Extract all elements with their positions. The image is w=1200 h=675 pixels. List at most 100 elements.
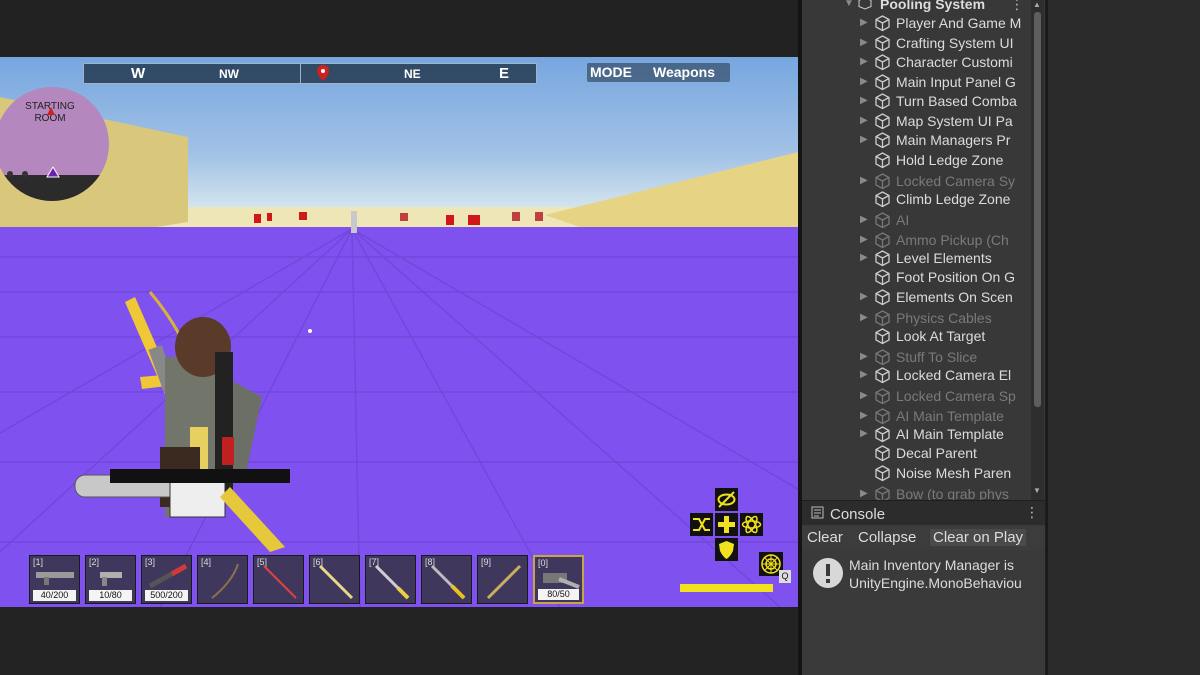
expand-arrow-icon[interactable]: ▶: [860, 369, 868, 380]
hierarchy-item[interactable]: Hold Ledge Zone: [802, 151, 1045, 170]
mode-label: MODE: [590, 64, 632, 80]
heal-plus-icon[interactable]: [715, 513, 738, 536]
game-top-bar: [0, 0, 798, 57]
clear-button[interactable]: Clear: [804, 529, 846, 546]
hierarchy-item[interactable]: ▶ Bow (to grab phys: [802, 485, 1045, 500]
gameobject-cube-icon: [874, 152, 891, 172]
console-menu-icon[interactable]: ⋮: [1025, 504, 1039, 521]
expand-arrow-icon[interactable]: ▶: [860, 351, 868, 362]
hierarchy-item-label: AI: [896, 212, 910, 228]
hierarchy-item[interactable]: ▶ Map System UI Pa: [802, 112, 1045, 131]
minimap-player-icon: [0, 107, 109, 201]
expand-arrow-icon[interactable]: ▶: [860, 410, 868, 421]
hierarchy-item[interactable]: ▼ Pooling System: [802, 0, 1045, 14]
shuffle-icon[interactable]: [690, 513, 713, 536]
expand-arrow-icon[interactable]: ▶: [860, 115, 868, 126]
hierarchy-item[interactable]: Decal Parent: [802, 444, 1045, 463]
hierarchy-item[interactable]: ▶ AI Main Template: [802, 407, 1045, 426]
hierarchy-item[interactable]: ▶ AI Main Template: [802, 425, 1045, 444]
gameobject-cube-icon: [874, 367, 891, 387]
expand-arrow-icon[interactable]: ▶: [860, 252, 868, 263]
hierarchy-item[interactable]: ▶ Ammo Pickup (Ch: [802, 231, 1045, 250]
game-bottom-bar: [0, 607, 798, 675]
hierarchy-item[interactable]: ▶ Crafting System UI: [802, 34, 1045, 53]
hierarchy-item[interactable]: Climb Ledge Zone: [802, 190, 1045, 209]
hide-eye-icon[interactable]: [715, 488, 738, 511]
expand-arrow-icon[interactable]: ▶: [860, 134, 868, 145]
expand-arrow-icon[interactable]: ▶: [860, 488, 868, 499]
console-tab-title[interactable]: Console: [830, 506, 885, 523]
hierarchy-item-label: Locked Camera Sy: [896, 173, 1016, 189]
hierarchy-item[interactable]: ▶ Main Input Panel G: [802, 73, 1045, 92]
expand-arrow-icon[interactable]: ▶: [860, 291, 868, 302]
console-tab-icon: [811, 506, 824, 524]
gameobject-cube-icon: [874, 113, 891, 133]
hotbar-slot-4[interactable]: [4]: [197, 555, 248, 604]
expand-arrow-icon[interactable]: ▶: [860, 76, 868, 87]
hotbar-slot-2[interactable]: [2] 10/80: [85, 555, 136, 604]
expand-arrow-icon[interactable]: ▶: [860, 95, 868, 106]
hotbar-slot-3[interactable]: [3] 500/200: [141, 555, 192, 604]
hierarchy-item[interactable]: ▶ Character Customi: [802, 53, 1045, 72]
gameobject-cube-icon: [874, 465, 891, 485]
inspector-panel: [1046, 0, 1200, 675]
expand-arrow-icon[interactable]: ▶: [860, 37, 868, 48]
hierarchy-item[interactable]: ▶ Player And Game M: [802, 14, 1045, 33]
hotbar-slot-9[interactable]: [9]: [477, 555, 528, 604]
collapse-button[interactable]: Collapse: [855, 529, 919, 546]
expand-arrow-icon[interactable]: ▶: [860, 17, 868, 28]
hierarchy-item[interactable]: ▶ Physics Cables: [802, 309, 1045, 328]
hotbar-slot-5[interactable]: [5]: [253, 555, 304, 604]
gameobject-cube-icon: [874, 328, 891, 348]
hierarchy-item[interactable]: ▶ Stuff To Slice: [802, 348, 1045, 367]
hierarchy-item-label: Main Managers Pr: [896, 132, 1011, 148]
hierarchy-item[interactable]: ▶ Elements On Scen: [802, 288, 1045, 307]
shield-icon[interactable]: [715, 538, 738, 561]
expand-arrow-icon[interactable]: ▼: [844, 0, 854, 9]
hierarchy-item[interactable]: Foot Position On G: [802, 268, 1045, 287]
hierarchy-item[interactable]: Noise Mesh Paren: [802, 464, 1045, 483]
expand-arrow-icon[interactable]: ▶: [860, 175, 868, 186]
hierarchy-item[interactable]: ▶ Locked Camera Sp: [802, 387, 1045, 406]
slot-ammo: 500/200: [145, 590, 188, 601]
clear-on-play-button[interactable]: Clear on Play: [930, 529, 1027, 546]
scroll-down-icon[interactable]: ▼: [1033, 486, 1041, 495]
expand-arrow-icon[interactable]: ▶: [860, 56, 868, 67]
gameobject-cube-icon: [874, 15, 891, 35]
scroll-up-icon[interactable]: ▲: [1033, 0, 1041, 9]
minimap[interactable]: STARTING ROOM: [0, 87, 109, 201]
mode-indicator[interactable]: MODE Weapons: [587, 63, 730, 82]
slot-ammo: 10/80: [89, 590, 132, 601]
hierarchy-item[interactable]: Look At Target: [802, 327, 1045, 346]
hierarchy-scrollbar[interactable]: ▲ ▼: [1031, 0, 1044, 500]
hierarchy-item[interactable]: ▶ AI: [802, 211, 1045, 230]
console-log-entry[interactable]: Main Inventory Manager is UnityEngine.Mo…: [849, 556, 1045, 592]
hierarchy-item-label: Player And Game M: [896, 15, 1022, 31]
hierarchy-item[interactable]: ▶ Main Managers Pr: [802, 131, 1045, 150]
expand-arrow-icon[interactable]: ▶: [860, 234, 868, 245]
hierarchy-item[interactable]: ▶ Turn Based Comba: [802, 92, 1045, 111]
compass-nw: NW: [219, 67, 239, 81]
hotbar-slot-8[interactable]: [8]: [421, 555, 472, 604]
hotbar-slot-6[interactable]: [6]: [309, 555, 360, 604]
staff-icon: [486, 564, 522, 600]
q-key-hint: Q: [779, 570, 791, 583]
gameobject-cube-icon: [874, 93, 891, 113]
expand-arrow-icon[interactable]: ▶: [860, 214, 868, 225]
expand-arrow-icon[interactable]: ▶: [860, 312, 868, 323]
hierarchy-item[interactable]: ▶ Locked Camera El: [802, 366, 1045, 385]
hotbar-slot-1[interactable]: [1] 40/200: [29, 555, 80, 604]
expand-arrow-icon[interactable]: ▶: [860, 390, 868, 401]
game-viewport[interactable]: W NW NE E MODE Weapons STARTING ROOM [1]…: [0, 57, 798, 607]
hierarchy-item-label: Level Elements: [896, 250, 992, 266]
atom-icon[interactable]: [740, 513, 763, 536]
hotbar-slot-0[interactable]: [0] 80/50: [533, 555, 584, 604]
unity-logo-icon: [858, 0, 872, 13]
hierarchy-item[interactable]: ▶ Level Elements: [802, 249, 1045, 268]
hotbar-slot-7[interactable]: [7]: [365, 555, 416, 604]
hierarchy-item[interactable]: ▶ Locked Camera Sy: [802, 172, 1045, 191]
expand-arrow-icon[interactable]: ▶: [860, 428, 868, 439]
scrollbar-thumb[interactable]: [1034, 12, 1041, 407]
katana-icon: [374, 564, 410, 600]
more-options-icon[interactable]: ⋮: [1010, 0, 1024, 13]
